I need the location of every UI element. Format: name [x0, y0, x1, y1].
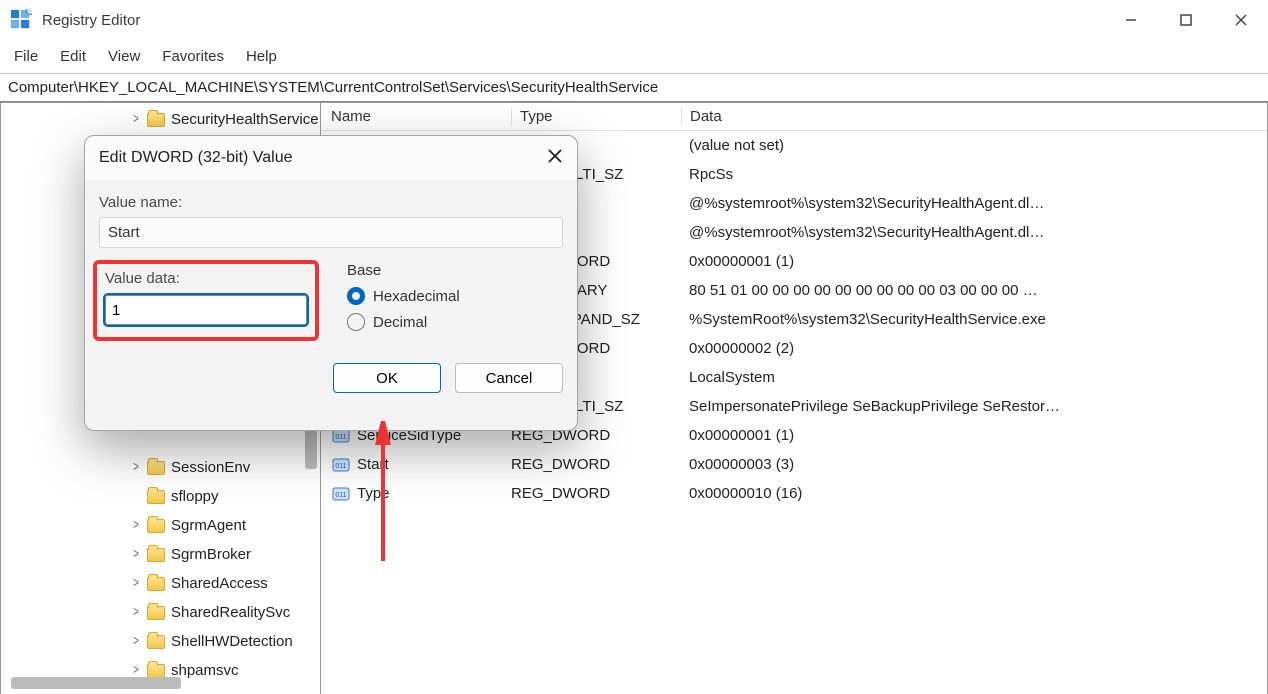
tree-item-label: SharedAccess [171, 575, 268, 592]
radio-dec-label: Decimal [373, 314, 427, 331]
app-icon [10, 9, 32, 31]
column-headers[interactable]: Name Type Data [321, 103, 1267, 131]
table-row[interactable]: 011TypeREG_DWORD0x00000010 (16) [321, 479, 1267, 508]
titlebar: Registry Editor [0, 0, 1268, 40]
cell-data: SeImpersonatePrivilege SeBackupPrivilege… [689, 398, 1267, 415]
chevron-right-icon[interactable]: > [129, 634, 143, 649]
col-name[interactable]: Name [331, 108, 511, 125]
maximize-button[interactable] [1158, 0, 1213, 40]
tree-item[interactable]: > SgrmAgent [129, 511, 320, 540]
cell-data: 0x00000001 (1) [689, 253, 1267, 270]
folder-icon [147, 577, 165, 591]
tree-item-label: SgrmAgent [171, 517, 246, 534]
cell-data: 80 51 01 00 00 00 00 00 00 00 00 00 03 0… [689, 282, 1267, 299]
col-type[interactable]: Type [511, 108, 681, 125]
dialog-titlebar: Edit DWORD (32-bit) Value [85, 136, 577, 180]
window-controls [1103, 0, 1268, 40]
tree-item[interactable]: > SecurityHealthService [129, 105, 320, 134]
value-data-highlight: Value data: [93, 260, 319, 341]
cell-type: REG_DWORD [511, 485, 689, 502]
cell-type: REG_DWORD [511, 456, 689, 473]
svg-text:011: 011 [335, 434, 346, 441]
folder-icon [147, 664, 165, 678]
folder-icon [147, 490, 165, 504]
value-type-icon: 011 [331, 455, 351, 475]
tree-item-label: sfloppy [171, 488, 219, 505]
cell-data: (value not set) [689, 137, 1267, 154]
folder-icon [147, 519, 165, 533]
cell-data: 0x00000002 (2) [689, 340, 1267, 357]
edit-dword-dialog: Edit DWORD (32-bit) Value Value name: St… [84, 135, 578, 431]
tree-item-label: SessionEnv [171, 459, 250, 476]
radio-dot-icon [347, 287, 365, 305]
address-text: Computer\HKEY_LOCAL_MACHINE\SYSTEM\Curre… [8, 79, 658, 96]
menu-favorites[interactable]: Favorites [162, 48, 224, 65]
cell-data: 0x00000003 (3) [689, 456, 1267, 473]
chevron-right-icon[interactable]: > [129, 547, 143, 562]
value-data-label: Value data: [105, 270, 307, 287]
chevron-right-icon[interactable]: > [129, 576, 143, 591]
menubar: File Edit View Favorites Help [0, 40, 1268, 74]
dialog-close-button[interactable] [547, 148, 563, 169]
chevron-right-icon[interactable]: > [129, 518, 143, 533]
folder-icon [147, 606, 165, 620]
tree-item-label: SecurityHealthService [171, 111, 319, 128]
tree-item[interactable]: > SharedAccess [129, 569, 320, 598]
ok-button[interactable]: OK [333, 363, 441, 393]
svg-text:011: 011 [335, 492, 346, 499]
tree-item-label: ShellHWDetection [171, 633, 293, 650]
minimize-button[interactable] [1103, 0, 1158, 40]
svg-text:011: 011 [335, 463, 346, 470]
tree-item[interactable]: > SharedRealitySvc [129, 598, 320, 627]
radio-hex-label: Hexadecimal [373, 288, 460, 305]
radio-dot-icon [347, 313, 365, 331]
close-button[interactable] [1213, 0, 1268, 40]
annotation-arrow [373, 421, 403, 571]
tree-item[interactable]: > ShellHWDetection [129, 627, 320, 656]
folder-icon [147, 635, 165, 649]
radio-decimal[interactable]: Decimal [347, 313, 563, 331]
menu-edit[interactable]: Edit [60, 48, 86, 65]
chevron-right-icon[interactable]: > [129, 112, 143, 127]
menu-file[interactable]: File [14, 48, 38, 65]
radio-hexadecimal[interactable]: Hexadecimal [347, 287, 563, 305]
base-group-label: Base [347, 262, 563, 279]
tree-item[interactable]: > SessionEnv [129, 453, 320, 482]
folder-icon [147, 548, 165, 562]
folder-icon [147, 113, 165, 127]
tree-item-label: shpamsvc [171, 662, 239, 679]
cancel-button[interactable]: Cancel [455, 363, 563, 393]
cell-data: 0x00000010 (16) [689, 485, 1267, 502]
menu-view[interactable]: View [108, 48, 140, 65]
chevron-right-icon[interactable]: > [129, 663, 143, 678]
address-bar[interactable]: Computer\HKEY_LOCAL_MACHINE\SYSTEM\Curre… [0, 74, 1268, 102]
tree-item-label: SgrmBroker [171, 546, 251, 563]
dialog-title: Edit DWORD (32-bit) Value [99, 149, 293, 167]
value-name-label: Value name: [99, 194, 563, 211]
tree-item[interactable]: >sfloppy [129, 482, 320, 511]
cell-data: @%systemroot%\system32\SecurityHealthAge… [689, 195, 1267, 212]
tree-scrollbar-horizontal[interactable] [11, 677, 181, 689]
tree-item[interactable]: > SgrmBroker [129, 540, 320, 569]
folder-icon [147, 461, 165, 475]
cell-data: 0x00000001 (1) [689, 427, 1267, 444]
value-name-field: Start [99, 217, 563, 248]
menu-help[interactable]: Help [246, 48, 277, 65]
app-title: Registry Editor [42, 12, 140, 29]
value-type-icon: 011 [331, 484, 351, 504]
cell-data: RpcSs [689, 166, 1267, 183]
cell-data: %SystemRoot%\system32\SecurityHealthServ… [689, 311, 1267, 328]
chevron-right-icon[interactable]: > [129, 460, 143, 475]
value-data-input[interactable] [105, 295, 307, 325]
col-data[interactable]: Data [681, 108, 1267, 125]
tree-item-label: SharedRealitySvc [171, 604, 290, 621]
table-row[interactable]: 011StartREG_DWORD0x00000003 (3) [321, 450, 1267, 479]
cell-data: @%systemroot%\system32\SecurityHealthAge… [689, 224, 1267, 241]
cell-data: LocalSystem [689, 369, 1267, 386]
chevron-right-icon[interactable]: > [129, 605, 143, 620]
